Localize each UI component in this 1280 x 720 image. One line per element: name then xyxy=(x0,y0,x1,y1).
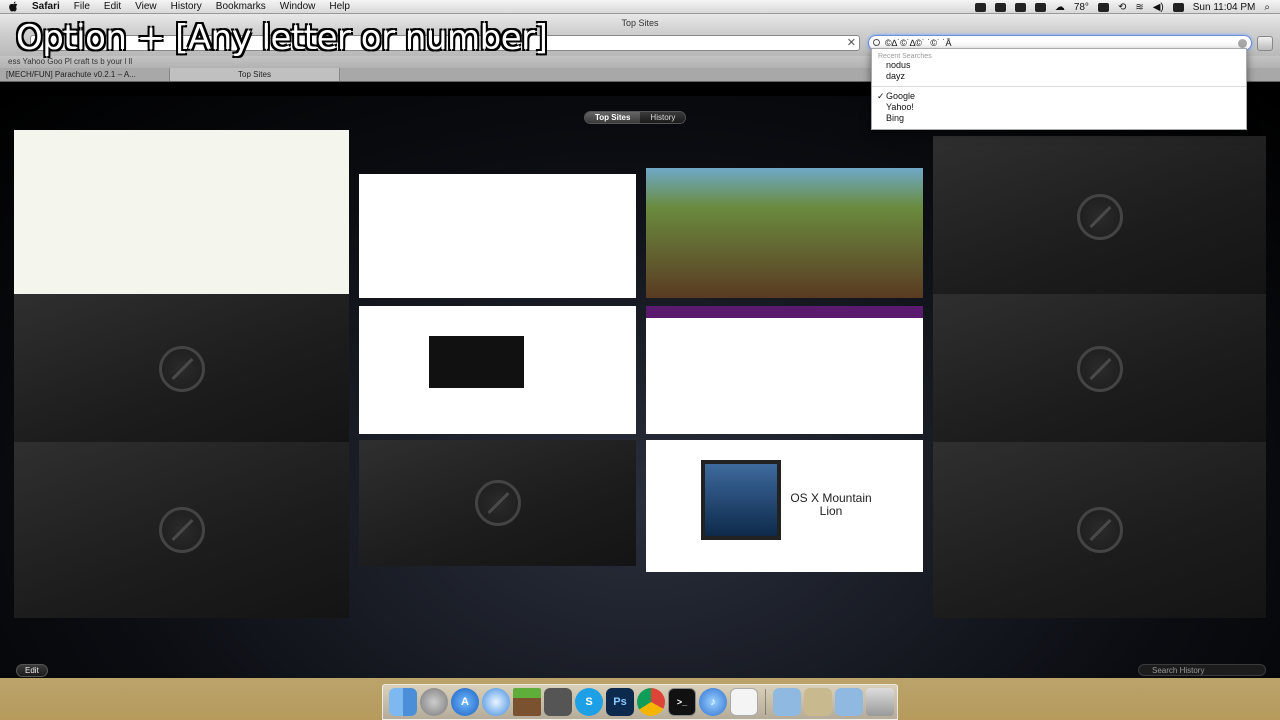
menu-bookmarks[interactable]: Bookmarks xyxy=(216,1,266,12)
empty-top-site-slot[interactable] xyxy=(933,294,1266,444)
sync-icon[interactable]: ⟲ xyxy=(1118,2,1126,13)
url-clear-icon[interactable]: ✕ xyxy=(847,36,856,51)
sidebar-toggle-button[interactable] xyxy=(1257,36,1273,51)
safari-placeholder-icon xyxy=(1076,346,1123,392)
contacts-icon[interactable] xyxy=(974,2,986,12)
chrome-icon[interactable] xyxy=(637,688,665,716)
safari-placeholder-icon xyxy=(158,346,205,392)
menu-edit[interactable]: Edit xyxy=(104,1,121,12)
laptop-image xyxy=(701,460,781,540)
apple-icon[interactable] xyxy=(8,1,18,12)
menu-bar: Safari File Edit View History Bookmarks … xyxy=(0,0,1280,14)
top-site-thumbnail[interactable] xyxy=(646,168,923,298)
menu-view[interactable]: View xyxy=(135,1,157,12)
folder-icon[interactable] xyxy=(1034,2,1046,12)
terminal-icon[interactable]: >_ xyxy=(668,688,696,716)
top-sites-view: Top Sites History OS X Mountain Lion Edi… xyxy=(0,96,1280,678)
skype-icon[interactable]: S xyxy=(575,688,603,716)
page-header xyxy=(646,306,923,318)
search-suggestions-menu: Recent Searches nodus dayz ✓ Google Yaho… xyxy=(871,48,1247,130)
search-engine-label: Google xyxy=(886,91,916,101)
menu-help[interactable]: Help xyxy=(329,1,350,12)
safari-placeholder-icon xyxy=(1076,507,1123,553)
view-switcher: Top Sites History xyxy=(584,111,687,124)
spotlight-icon[interactable]: ⌕ xyxy=(1264,2,1270,13)
empty-top-site-slot[interactable] xyxy=(14,442,349,618)
top-site-thumbnail[interactable] xyxy=(359,174,636,298)
documents-folder-icon[interactable] xyxy=(773,688,801,716)
menu-divider xyxy=(872,86,1246,87)
recent-searches-header: Recent Searches xyxy=(878,53,932,60)
checkmark-icon: ✓ xyxy=(877,91,885,101)
search-engine-item[interactable]: ✓ Google xyxy=(872,91,1246,102)
volume-icon[interactable]: ◀) xyxy=(1153,2,1164,13)
search-engine-item[interactable]: Bing xyxy=(872,113,1246,124)
status-area: ☁ 78° ⟲ ≋ ◀) Sun 11:04 PM ⌕ xyxy=(974,0,1270,14)
menu-window[interactable]: Window xyxy=(280,1,316,12)
top-site-thumbnail[interactable] xyxy=(14,130,349,298)
battery-icon[interactable] xyxy=(1172,2,1184,12)
safari-placeholder-icon xyxy=(158,507,205,553)
screen-recorder-icon[interactable] xyxy=(1014,2,1026,12)
wifi-icon[interactable]: ≋ xyxy=(1135,2,1143,13)
itunes-icon[interactable]: ♪ xyxy=(699,688,727,716)
page-heading: OS X Mountain Lion xyxy=(790,491,872,518)
menu-app-name[interactable]: Safari xyxy=(32,1,60,12)
clock[interactable]: Sun 11:04 PM xyxy=(1193,2,1256,13)
camera-icon[interactable] xyxy=(994,2,1006,12)
search-engine-item[interactable]: Yahoo! xyxy=(872,102,1246,113)
applications-folder-icon[interactable] xyxy=(835,688,863,716)
empty-top-site-slot[interactable] xyxy=(933,136,1266,298)
empty-top-site-slot[interactable] xyxy=(933,442,1266,618)
top-site-thumbnail[interactable]: OS X Mountain Lion xyxy=(646,440,923,572)
dock-separator xyxy=(765,689,766,715)
minecraft-icon[interactable] xyxy=(513,688,541,716)
top-site-thumbnail[interactable] xyxy=(646,306,923,434)
search-clear-icon[interactable] xyxy=(1238,39,1247,48)
tab-top-sites-view[interactable]: Top Sites xyxy=(585,112,641,123)
search-icon xyxy=(873,39,880,46)
tab-top-sites[interactable]: Top Sites xyxy=(170,68,340,81)
photoshop-icon[interactable]: Ps xyxy=(606,688,634,716)
menu-history[interactable]: History xyxy=(171,1,202,12)
dropbox-icon[interactable] xyxy=(1097,2,1109,12)
recent-search-item[interactable]: nodus xyxy=(872,60,1246,71)
preview-icon[interactable] xyxy=(730,688,758,716)
menu-file[interactable]: File xyxy=(74,1,90,12)
tab-history-view[interactable]: History xyxy=(640,112,686,123)
downloads-stack-icon[interactable] xyxy=(804,688,832,716)
trash-icon[interactable] xyxy=(866,688,894,716)
weather-icon[interactable]: ☁ xyxy=(1055,2,1065,13)
recent-search-item[interactable]: dayz xyxy=(872,71,1246,82)
search-history-input[interactable]: Search History xyxy=(1138,664,1266,676)
top-site-thumbnail[interactable] xyxy=(359,306,636,434)
empty-top-site-slot[interactable] xyxy=(14,294,349,444)
tutorial-caption: Option + [Any letter or number] xyxy=(16,18,548,58)
photos-icon[interactable] xyxy=(544,688,572,716)
app-store-icon[interactable]: A xyxy=(451,688,479,716)
edit-button[interactable]: Edit xyxy=(16,664,48,677)
empty-top-site-slot[interactable] xyxy=(359,440,636,566)
temperature[interactable]: 78° xyxy=(1074,2,1089,13)
safari-placeholder-icon xyxy=(1076,194,1123,240)
safari-icon[interactable] xyxy=(482,688,510,716)
launchpad-icon[interactable] xyxy=(420,688,448,716)
video-player xyxy=(429,336,524,388)
dock: A S Ps >_ ♪ xyxy=(382,684,898,720)
safari-placeholder-icon xyxy=(474,480,521,526)
finder-icon[interactable] xyxy=(389,688,417,716)
tab-parachute[interactable]: [MECH/FUN] Parachute v0.2.1 – A... xyxy=(0,68,170,81)
search-input-value: ©∆˙©˙∆©˙ ˙©˙ ˙Å xyxy=(885,38,952,48)
